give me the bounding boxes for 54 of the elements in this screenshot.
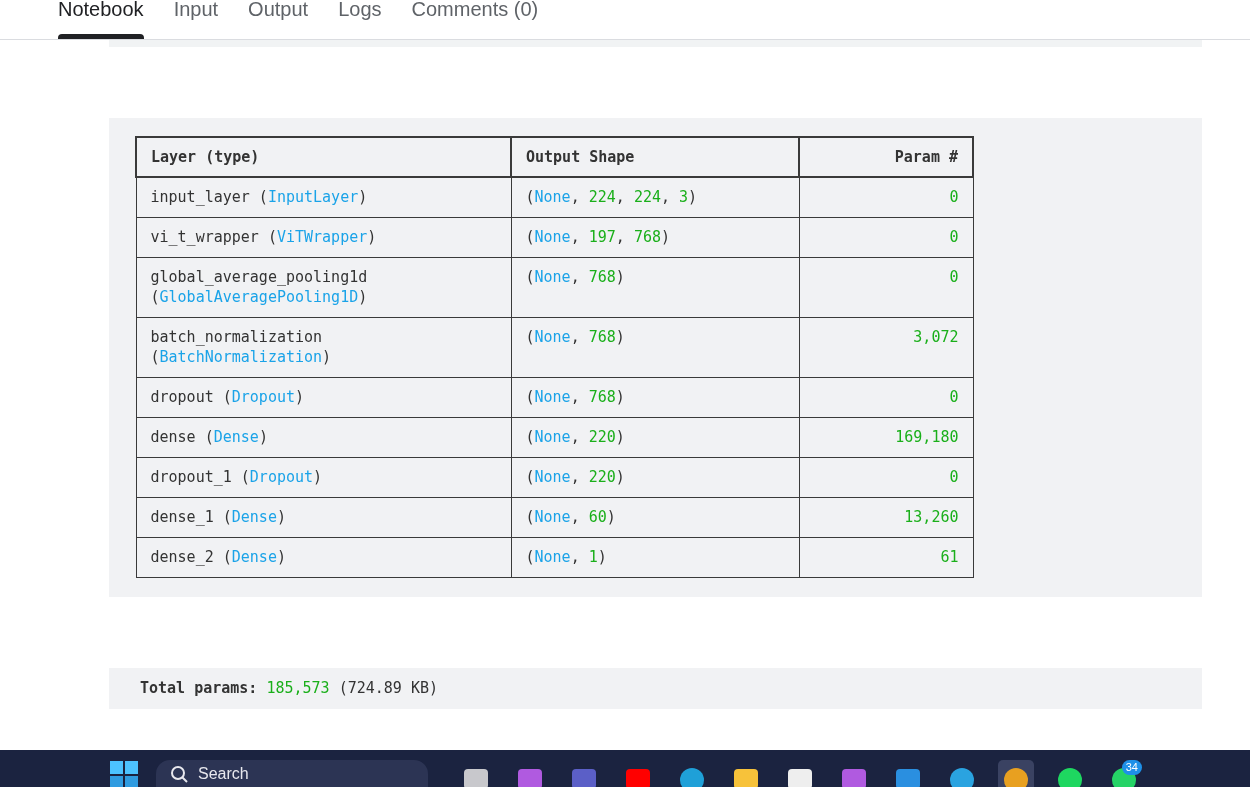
app-icon (733, 767, 759, 787)
search-placeholder: Search (198, 764, 249, 783)
table-cell: (None, 768) (511, 257, 799, 317)
search-icon (170, 764, 188, 783)
column-header: Param # (799, 137, 973, 177)
app-icon (1057, 767, 1083, 787)
app-icon (841, 767, 867, 787)
table-cell: dense_1 (Dense) (136, 497, 511, 537)
tab[interactable]: Comments (0) (411, 0, 539, 39)
table-cell: dropout_1 (Dropout) (136, 457, 511, 497)
taskbar-app-button[interactable]: 34 (1106, 760, 1142, 787)
table-cell: 0 (799, 217, 973, 257)
app-icon (625, 767, 651, 787)
table-cell: (None, 224, 224, 3) (511, 177, 799, 217)
tab[interactable]: Notebook (58, 0, 144, 39)
column-header: Layer (type) (136, 137, 511, 177)
table-cell: (None, 768) (511, 317, 799, 377)
table-cell: (None, 220) (511, 417, 799, 457)
table-cell: dense_2 (Dense) (136, 537, 511, 577)
app-icon (463, 767, 489, 787)
table-cell: (None, 220) (511, 457, 799, 497)
app-icon (679, 767, 705, 787)
table-cell: vi_t_wrapper (ViTWrapper) (136, 217, 511, 257)
table-cell: global_average_pooling1d (GlobalAveragePooling1D) (136, 257, 511, 317)
table-cell: (None, 1) (511, 537, 799, 577)
notification-badge: 34 (1121, 760, 1142, 775)
table-cell: batch_normalization (BatchNormalization) (136, 317, 511, 377)
table-cell: 61 (799, 537, 973, 577)
table-cell: (None, 768) (511, 377, 799, 417)
tab[interactable]: Logs (338, 0, 382, 39)
column-header: Output Shape (511, 137, 799, 177)
table-cell: (None, 197, 768) (511, 217, 799, 257)
table-cell: 0 (799, 377, 973, 417)
search-field[interactable]: Search (156, 760, 428, 787)
total-params-text: Total params: 185,573 (724.89 KB) (109, 667, 1202, 709)
app-icon (517, 767, 543, 787)
table-cell: (None, 60) (511, 497, 799, 537)
tab[interactable]: Output (248, 0, 309, 39)
table-cell: 3,072 (799, 317, 973, 377)
table-cell: 0 (799, 457, 973, 497)
table-cell: 0 (799, 177, 973, 217)
windows-logo-icon[interactable] (110, 760, 138, 787)
table-cell: 0 (799, 257, 973, 317)
app-icon (895, 767, 921, 787)
app-icon (787, 767, 813, 787)
app-icon (949, 767, 975, 787)
app-icon (571, 767, 597, 787)
table-cell: dropout (Dropout) (136, 377, 511, 417)
table-cell: 13,260 (799, 497, 973, 537)
app-icon (1003, 767, 1029, 787)
table-cell: 169,180 (799, 417, 973, 457)
table-cell: input_layer (InputLayer) (136, 177, 511, 217)
tab[interactable]: Input (173, 0, 219, 39)
table-cell: dense (Dense) (136, 417, 511, 457)
